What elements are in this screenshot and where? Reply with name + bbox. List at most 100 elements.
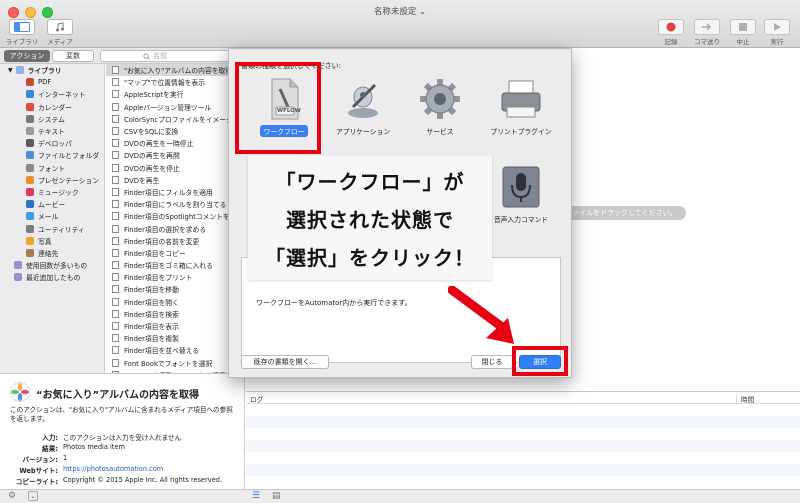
music-note-icon [56,22,64,32]
sidebar-item-category[interactable]: インターネット [0,88,104,100]
type-service[interactable]: サービス [402,77,478,137]
action-label: DVDの再生を一時停止 [124,140,194,149]
action-list-item[interactable]: CSVをSQLに変換 [106,125,244,137]
service-gear-icon [420,79,460,119]
action-list-item[interactable]: Finder項目の名前を変更 [106,235,244,247]
sidebar-item-smart-group[interactable]: 使用回数が多いもの [0,259,104,271]
record-button[interactable] [658,19,684,35]
tab-variables[interactable]: 変数 [52,50,94,62]
search-icon [143,53,150,60]
action-label: Font Bookでフォントを選択 [124,359,213,368]
description-title: “お気に入り”アルバムの内容を取得 [36,390,200,401]
bottom-status-bar: ⚙ ⌄ ☰ ▤ [0,489,800,503]
type-voice-command[interactable]: 音声入力コマンド [483,165,559,225]
action-list-item[interactable]: DVDの再生を一時停止 [106,137,244,149]
time-column-header[interactable]: 時間 [736,394,754,404]
sidebar-item-category[interactable]: カレンダー [0,101,104,113]
description-field: コピーライト: Copyright © 2015 Apple Inc. All r… [10,476,240,486]
action-list-item[interactable]: Finder項目をプリント [106,271,244,283]
annotation-line-3: 「選択」をクリック！ [265,246,475,270]
stop-button[interactable] [730,19,756,35]
category-icon [26,236,34,245]
action-list-item[interactable]: "お気に入り"アルバムの内容を取得 [106,64,244,77]
sidebar-item-category[interactable]: ミュージック [0,186,104,198]
category-icon [26,139,34,148]
action-list-item[interactable]: DVDの再生を再開 [106,149,244,161]
action-list-item[interactable]: Finder項目を検索 [106,308,244,320]
sidebar-item-category[interactable]: デベロッパ [0,137,104,149]
action-icon [112,212,119,221]
action-label: AppleScriptを実行 [124,91,184,100]
action-list-item[interactable]: Finder項目を並べ替える [106,344,244,356]
sidebar-item-category[interactable]: PDF [0,76,104,88]
category-icon [26,212,34,221]
sidebar-item-category[interactable]: システム [0,113,104,125]
action-list-item[interactable]: ColorSyncプロファイルをイメージに [106,113,244,125]
open-existing-button[interactable]: 既存の書類を開く... [241,355,329,369]
sidebar-item-category[interactable]: プレゼンテーション [0,174,104,186]
step-button[interactable] [694,19,720,35]
settings-gear-icon[interactable]: ⚙ [8,491,16,501]
log-column-header[interactable]: ログ [250,394,263,404]
action-list-item[interactable]: Finder項目にフィルタを適用 [106,186,244,198]
sidebar-item-smart-group[interactable]: 最近追加したもの [0,271,104,283]
action-list-item[interactable]: Finder項目を複製 [106,332,244,344]
smart-folder-icon [14,273,22,282]
tab-actions[interactable]: アクション [4,50,50,62]
action-list-item[interactable]: Finder項目のSpotlightコメントを [106,210,244,222]
sidebar-item-category[interactable]: ムービー [0,198,104,210]
category-label: ミュージック [38,188,79,197]
sidebar-item-category[interactable]: テキスト [0,125,104,137]
category-label: ユーティリティ [38,225,85,234]
sidebar-item-category[interactable]: ファイルとフォルダ [0,149,104,161]
action-list-item[interactable]: AppleScriptを実行 [106,88,244,100]
action-list-item[interactable]: Finder項目を移動 [106,283,244,295]
run-button[interactable] [764,19,790,35]
type-print-plugin[interactable]: プリントプラグイン [483,77,559,137]
action-list-item[interactable]: Finder項目を開く [106,296,244,308]
action-list-item[interactable]: DVDの再生を停止 [106,162,244,174]
sidebar-item-category[interactable]: ユーティリティ [0,222,104,234]
action-label: Finder項目をプリント [124,274,193,283]
field-value: このアクションは入力を受け入れません [63,434,182,442]
action-list-item[interactable]: Finder項目をコピー [106,247,244,259]
category-icon [26,200,34,209]
sidebar-item-category[interactable]: 写真 [0,235,104,247]
list-view-icon[interactable]: ☰ [252,491,260,501]
grid-view-icon[interactable]: ▤ [272,491,281,501]
action-list-item[interactable]: Finder項目にラベルを割り当てる [106,198,244,210]
field-key: Webサイト: [19,467,58,475]
action-list-item[interactable]: Finder項目をゴミ箱に入れる [106,259,244,271]
website-link[interactable]: https://photosautomation.com [63,465,163,475]
action-list-item[interactable]: "マップ"で位置情報を表示 [106,76,244,88]
action-list-item[interactable]: Finder項目の選択を求める [106,222,244,234]
smart-group-label: 最近追加したもの [26,274,81,283]
window-title[interactable]: 名称未設定 ⌄ [0,5,800,17]
close-button[interactable]: 閉じる [471,355,513,369]
field-key: コピーライト: [15,478,58,486]
disclosure-triangle-icon: ▼ [8,66,13,74]
sidebar-item-category[interactable]: フォント [0,162,104,174]
action-icon [112,66,119,75]
action-label: "マップ"で位置情報を表示 [124,79,206,88]
sidebar-item-category[interactable]: メール [0,210,104,222]
action-icon [112,139,119,148]
action-list-item[interactable]: DVDを再生 [106,174,244,186]
description-field: バージョン: 1 [10,454,240,464]
type-application[interactable]: アプリケーション [325,77,401,137]
library-toggle-button[interactable] [9,19,35,35]
microphone-icon [502,166,540,208]
media-button[interactable] [47,19,73,35]
sidebar-item-category[interactable]: 連絡先 [0,247,104,259]
type-application-label: アプリケーション [335,128,391,136]
action-label: Finder項目をコピー [124,249,186,258]
category-label: ファイルとフォルダ [38,152,100,161]
action-label: "お気に入り"アルバムの内容を取得 [124,67,233,76]
action-label: DVDの再生を停止 [124,164,180,173]
library-root[interactable]: ▼ ライブラリ [0,64,104,76]
expand-chevron-icon[interactable]: ⌄ [28,491,38,501]
action-list-item[interactable]: Appleバージョン管理ツール [106,101,244,113]
action-list-item[interactable]: Font Bookでフォントを選択 [106,357,244,369]
search-input[interactable]: 名前 [100,50,240,62]
action-list-item[interactable]: Finder項目を表示 [106,320,244,332]
